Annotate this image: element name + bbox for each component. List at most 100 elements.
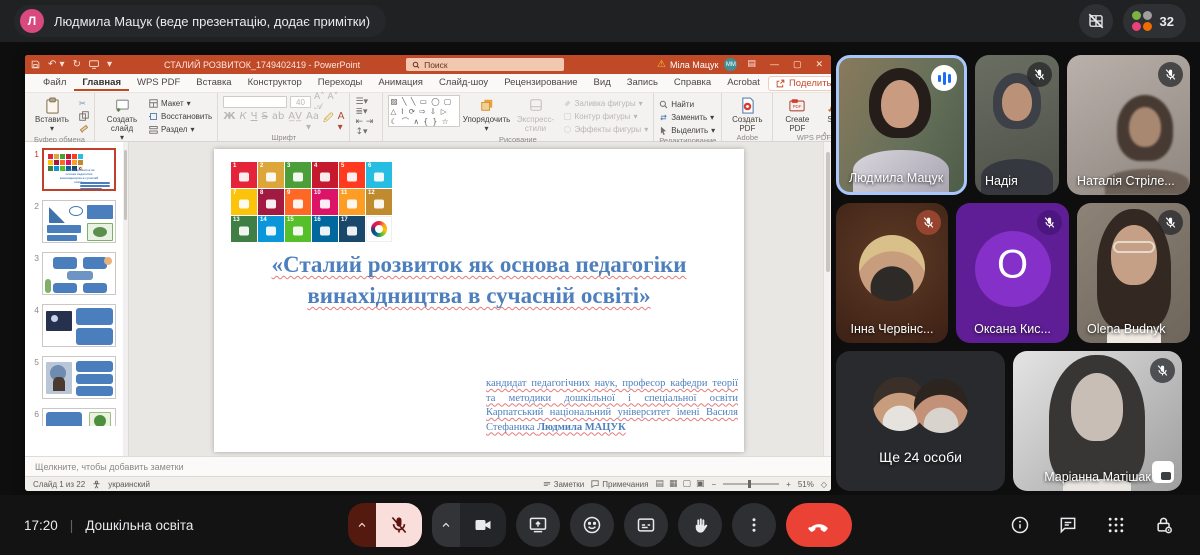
new-slide-button[interactable]: Создать слайд▾ xyxy=(100,95,144,143)
wps-sign-button[interactable]: Sign xyxy=(821,95,831,124)
quick-styles-button[interactable]: Экспресс-стили xyxy=(514,95,558,133)
cut-icon[interactable]: ✂ xyxy=(79,97,89,109)
list-indent-icons[interactable]: ☰▾ ≣▾ ⇤ ⇥ ↕▾ xyxy=(355,97,376,137)
tab-help[interactable]: Справка xyxy=(666,75,719,91)
minimize-button[interactable]: — xyxy=(770,59,779,70)
comments-toggle[interactable]: Примечания xyxy=(591,480,648,489)
layout-button[interactable]: Макет ▾ xyxy=(149,97,212,109)
shape-effects-button[interactable]: Эффекты фигуры ▾ xyxy=(563,123,649,135)
grow-shrink-font-icons[interactable]: A˄ A˅ 𝒜 xyxy=(314,92,345,112)
warning-icon[interactable]: ⚠ xyxy=(657,59,666,70)
tab-design[interactable]: Конструктор xyxy=(240,75,310,91)
tile-marianna-matishak[interactable]: Маріанна Матішак xyxy=(1013,351,1182,491)
find-button[interactable]: Найти xyxy=(659,98,715,110)
slide-sorter-view-icon[interactable]: ▦ xyxy=(669,479,678,489)
account-avatar[interactable]: ММ xyxy=(724,58,737,71)
search-input[interactable]: Поиск xyxy=(406,58,564,71)
close-button[interactable]: ✕ xyxy=(815,59,823,70)
thumbnail-slide-4[interactable]: 4 xyxy=(25,304,126,347)
tab-insert[interactable]: Вставка xyxy=(188,75,239,91)
shape-outline-button[interactable]: Контур фигуры ▾ xyxy=(563,110,649,122)
shapes-gallery[interactable]: ▨ ╲ ╲ ▭ ◯ ▢△ ⌇ ⟳ ⇨ ⇩ ▷☾ ⌒ ∧ { } ☆ xyxy=(388,95,460,127)
ribbon-display-options-icon[interactable]: ▤ xyxy=(747,59,756,70)
present-screen-button[interactable] xyxy=(516,503,560,547)
arrange-button[interactable]: Упорядочить▾ xyxy=(465,95,509,133)
thumbnail-slide-1[interactable]: 1 «Сталий розвиток як основа педагогіки … xyxy=(25,148,126,191)
hide-tiles-button[interactable] xyxy=(1079,4,1113,38)
tile-liudmyla-matsuk[interactable]: Людмила Мацук xyxy=(836,55,967,195)
share-button[interactable]: Поделиться xyxy=(768,76,831,91)
tile-overflow-participants[interactable]: Ще 24 особи xyxy=(836,351,1005,491)
tab-review[interactable]: Рецензирование xyxy=(496,75,585,91)
meeting-details-button[interactable] xyxy=(1010,515,1030,535)
current-slide[interactable]: 1234567891011121314151617 «Сталий розвит… xyxy=(214,149,744,452)
thumbnail-slide-6[interactable]: 6 xyxy=(25,408,126,426)
raise-hand-button[interactable] xyxy=(678,503,722,547)
shape-fill-button[interactable]: Заливка фигуры ▾ xyxy=(563,97,649,109)
thumbnail-slide-2[interactable]: 2 xyxy=(25,200,126,243)
more-options-button[interactable] xyxy=(732,503,776,547)
reset-button[interactable]: Восстановить xyxy=(149,110,212,122)
paste-button[interactable]: Вставить▾ xyxy=(30,95,74,133)
camera-button[interactable] xyxy=(460,503,506,547)
notes-pane[interactable]: Щелкните, чтобы добавить заметки xyxy=(25,456,831,476)
slideshow-view-icon[interactable]: ▣ xyxy=(696,479,705,489)
redo-icon[interactable]: ↻ xyxy=(73,59,81,70)
section-button[interactable]: Раздел ▾ xyxy=(149,123,212,135)
zoom-level[interactable]: 51% xyxy=(798,480,814,489)
zoom-slider[interactable] xyxy=(723,483,779,485)
replace-button[interactable]: Заменить ▾ xyxy=(659,111,715,123)
copy-icon[interactable] xyxy=(79,110,89,122)
mic-mute-button[interactable] xyxy=(376,503,422,547)
thumbnail-slide-5[interactable]: 5 xyxy=(25,356,126,399)
maximize-button[interactable]: ▢ xyxy=(793,59,802,70)
accessibility-icon[interactable] xyxy=(92,480,101,489)
zoom-in-icon[interactable]: + xyxy=(786,480,791,489)
participants-button[interactable]: 32 xyxy=(1123,4,1186,38)
normal-view-icon[interactable]: ▤ xyxy=(655,479,664,489)
font-style-icons[interactable]: ЖКЧSabA̲V̲Aa ▾🖉A ▾ xyxy=(223,111,344,133)
slide-title[interactable]: «Сталий розвиток як основа педагогіки ви… xyxy=(242,249,716,311)
tab-record[interactable]: Запись xyxy=(619,75,666,91)
fit-slide-icon[interactable]: ◇ xyxy=(821,480,827,489)
tile-nataliia-strile[interactable]: Наталія Стріле... xyxy=(1067,55,1190,195)
start-slideshow-icon[interactable] xyxy=(89,60,99,69)
tile-inna-chervins[interactable]: Інна Червінс... xyxy=(836,203,948,343)
tab-animations[interactable]: Анимация xyxy=(370,75,431,91)
format-painter-icon[interactable] xyxy=(79,123,89,135)
select-button[interactable]: Выделить ▾ xyxy=(659,124,715,136)
mic-options-chevron[interactable] xyxy=(348,503,376,547)
tile-olena-budnyk[interactable]: Olena Budnyk xyxy=(1077,203,1190,343)
language-indicator[interactable]: украинский xyxy=(108,480,150,489)
account-name[interactable]: Міла Мацук xyxy=(670,60,718,70)
tab-acrobat[interactable]: Acrobat xyxy=(719,75,768,91)
tab-slideshow[interactable]: Слайд-шоу xyxy=(431,75,496,91)
tab-transitions[interactable]: Переходы xyxy=(310,75,371,91)
slide-subtitle[interactable]: кандидат педагогічних наук, професор каф… xyxy=(486,377,738,435)
presenter-pill[interactable]: Л Людмила Мацук (веде презентацію, додає… xyxy=(14,5,386,37)
acrobat-create-pdf-button[interactable]: Создать PDF xyxy=(727,95,767,133)
canvas-scrollbar[interactable] xyxy=(823,142,831,456)
tab-view[interactable]: Вид xyxy=(586,75,619,91)
font-name-box[interactable] xyxy=(223,96,287,108)
captions-button[interactable] xyxy=(624,503,668,547)
save-icon[interactable] xyxy=(31,60,40,69)
thumbnail-slide-3[interactable]: 3 xyxy=(25,252,126,295)
qat-customize-icon[interactable]: ▾ xyxy=(107,59,112,70)
tab-file[interactable]: Файл xyxy=(35,75,74,91)
camera-options-chevron[interactable] xyxy=(432,503,460,547)
reactions-button[interactable] xyxy=(570,503,614,547)
wps-create-pdf-button[interactable]: PDF Create PDF xyxy=(778,95,816,133)
thumbnails-scrollbar[interactable] xyxy=(123,142,128,456)
tile-oksana-kys[interactable]: O Оксана Кис... xyxy=(956,203,1069,343)
zoom-out-icon[interactable]: − xyxy=(711,480,716,489)
undo-icon[interactable]: ↶ ▾ xyxy=(48,59,65,70)
reading-view-icon[interactable]: ▢ xyxy=(682,479,691,489)
collapse-ribbon-icon[interactable]: ˄ xyxy=(822,130,827,139)
host-controls-button[interactable] xyxy=(1154,515,1174,535)
font-size-box[interactable]: 40 xyxy=(290,96,311,108)
notes-toggle[interactable]: Заметки xyxy=(543,480,585,489)
chat-button[interactable] xyxy=(1058,515,1078,535)
end-call-button[interactable] xyxy=(786,503,852,547)
tile-nadiia[interactable]: Надія xyxy=(975,55,1059,195)
